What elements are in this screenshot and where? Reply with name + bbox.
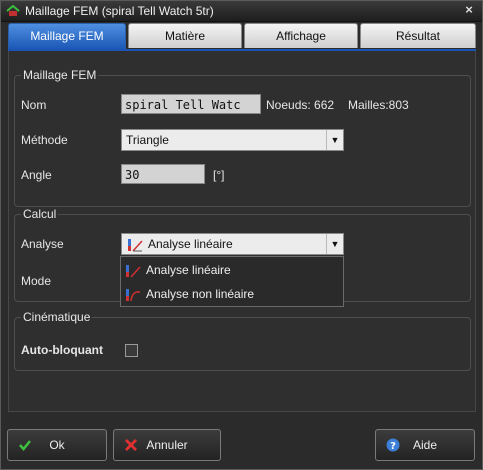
cancel-label: Annuler	[146, 438, 188, 452]
dropdown-option-linear[interactable]: Analyse linéaire	[121, 258, 343, 282]
group-title-calcul: Calcul	[21, 207, 59, 221]
analyse-dropdown-list: Analyse linéaire Analyse non linéaire	[120, 256, 344, 307]
dialog-window: Maillage FEM (spiral Tell Watch 5tr) × M…	[0, 0, 483, 470]
tab-matiere[interactable]: Matière	[128, 23, 242, 48]
chevron-down-icon[interactable]: ▼	[326, 234, 343, 254]
tab-affichage[interactable]: Affichage	[244, 23, 358, 48]
close-icon[interactable]: ×	[462, 3, 476, 17]
help-button[interactable]: ? Aide	[375, 429, 475, 461]
ok-button[interactable]: Ok	[7, 429, 107, 461]
angle-label: Angle	[21, 168, 52, 182]
app-icon	[6, 5, 20, 16]
noeuds-count: Noeuds: 662	[266, 98, 335, 112]
tab-content-panel: Maillage FEM Nom spiral Tell Watc Noeuds…	[8, 51, 476, 412]
linear-analysis-icon	[128, 238, 143, 252]
window-title: Maillage FEM (spiral Tell Watch 5tr)	[25, 4, 214, 18]
tab-maillage-fem[interactable]: Maillage FEM	[8, 23, 126, 50]
ok-label: Ok	[49, 438, 65, 452]
group-cinematique: Cinématique Auto-bloquant	[14, 310, 471, 371]
help-label: Aide	[412, 438, 438, 452]
nom-label: Nom	[21, 98, 47, 112]
tab-bar: Maillage FEM Matière Affichage Résultat	[8, 23, 476, 50]
group-maillage: Maillage FEM Nom spiral Tell Watc Noeuds…	[14, 68, 471, 207]
angle-unit: [°]	[213, 168, 225, 182]
dropdown-option-nonlinear[interactable]: Analyse non linéaire	[121, 282, 343, 306]
methode-select[interactable]: Triangle ▼	[121, 129, 344, 151]
auto-bloquant-label: Auto-bloquant	[21, 343, 103, 357]
mode-label: Mode	[21, 274, 52, 288]
methode-value: Triangle	[126, 133, 169, 147]
auto-bloquant-checkbox[interactable]	[125, 344, 138, 357]
chevron-down-icon[interactable]: ▼	[326, 130, 343, 150]
nonlinear-analysis-icon	[126, 288, 141, 301]
title-bar: Maillage FEM (spiral Tell Watch 5tr) ×	[1, 1, 482, 22]
nom-input[interactable]: spiral Tell Watc	[121, 94, 261, 114]
analyse-select[interactable]: Analyse linéaire ▼	[121, 233, 344, 255]
cancel-button[interactable]: Annuler	[113, 429, 221, 461]
mailles-count: Mailles:803	[348, 98, 409, 112]
linear-analysis-icon	[126, 264, 141, 278]
group-title-maillage: Maillage FEM	[21, 68, 99, 82]
option-label: Analyse non linéaire	[146, 287, 255, 301]
analyse-value: Analyse linéaire	[148, 237, 233, 251]
angle-input[interactable]: 30	[121, 164, 205, 184]
analyse-label: Analyse	[21, 237, 64, 251]
option-label: Analyse linéaire	[146, 263, 231, 277]
tab-resultat[interactable]: Résultat	[360, 23, 476, 48]
group-title-cinematique: Cinématique	[21, 310, 93, 324]
methode-label: Méthode	[21, 133, 68, 147]
